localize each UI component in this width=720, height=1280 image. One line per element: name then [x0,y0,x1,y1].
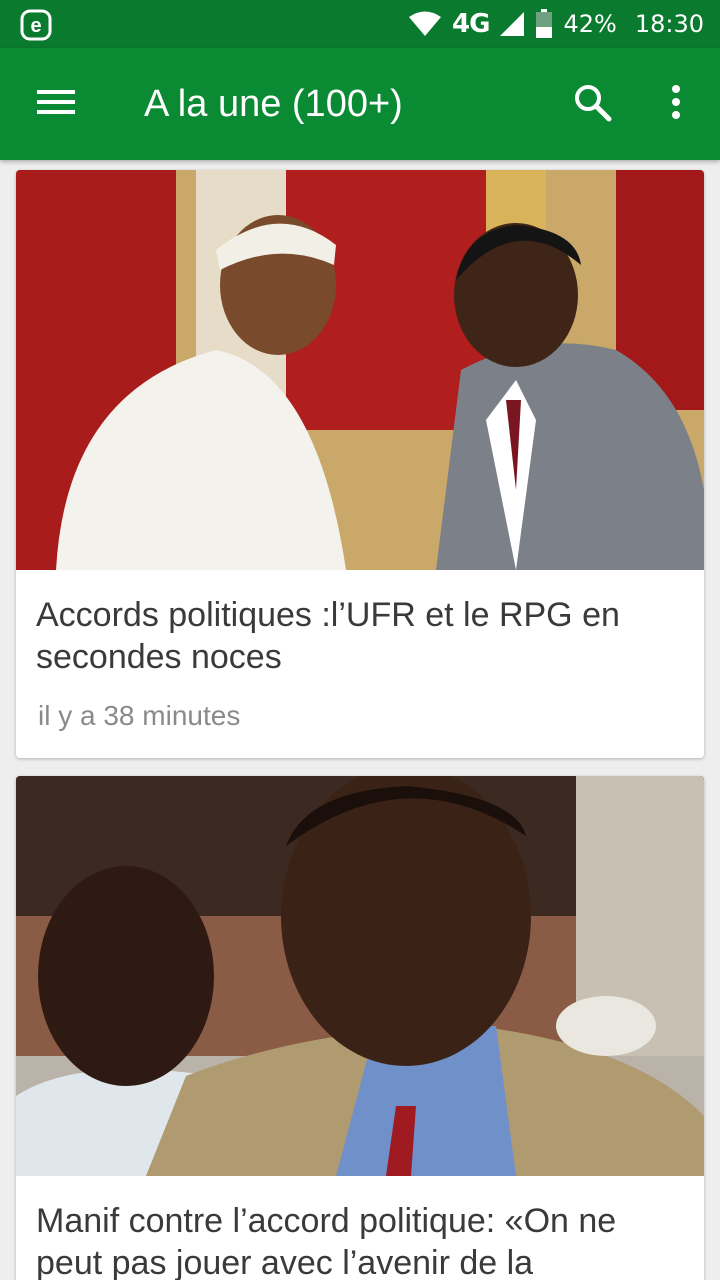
article-headline[interactable]: Accords politiques :l’UFR et le RPG en s… [36,594,686,678]
search-button[interactable] [562,76,622,132]
app-e-icon: e [20,9,52,41]
article-photo[interactable] [16,170,704,570]
article-card[interactable]: Manif contre l’accord politique: «On ne … [16,776,704,1280]
battery-icon [535,9,553,39]
page-title: A la une (100+) [144,83,403,125]
article-photo[interactable] [16,776,704,1176]
article-headline[interactable]: Manif contre l’accord politique: «On ne … [36,1200,686,1280]
signal-icon [499,11,525,37]
menu-button[interactable] [24,76,88,132]
article-timestamp: il y a 38 minutes [38,700,241,731]
status-bar: e 4G 42% 18:30 [0,0,720,48]
menu-icon [37,88,75,121]
wifi-icon [408,11,442,37]
svg-text:e: e [30,15,41,37]
search-icon [572,82,612,127]
network-type: 4G [452,9,490,39]
article-feed[interactable]: Accords politiques :l’UFR et le RPG en s… [0,160,720,1280]
more-options-button[interactable] [650,76,702,132]
clock: 18:30 [634,10,704,38]
battery-percent: 42% [563,10,617,38]
article-card[interactable]: Accords politiques :l’UFR et le RPG en s… [16,170,704,758]
more-vert-icon [671,84,681,125]
app-bar: A la une (100+) [0,48,720,160]
